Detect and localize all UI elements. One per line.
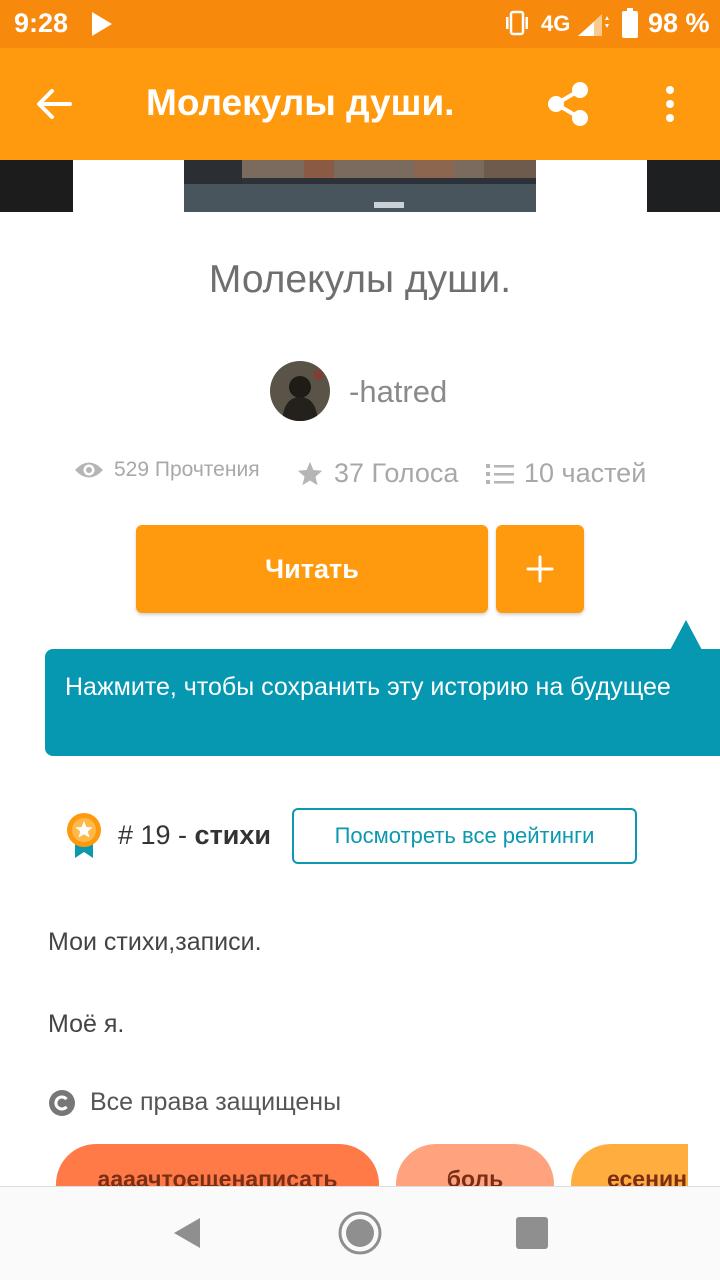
story-title: Молекулы души. [208, 258, 512, 301]
view-all-rankings-button[interactable]: Посмотреть все рейтинги [292, 808, 637, 864]
status-bar: 9:28 4G 98 % [0, 0, 720, 48]
plus-icon [526, 555, 554, 583]
cover-image[interactable] [184, 160, 536, 212]
signal-icon [578, 14, 609, 36]
reads-label: 529 Прочтения [114, 458, 260, 481]
app-bar: Молекулы души. [0, 48, 720, 160]
copyright-icon [49, 1089, 75, 1116]
ranking-text: # 19 - стихи [118, 820, 271, 851]
eye-icon [75, 462, 103, 478]
more-vert-icon[interactable] [658, 84, 682, 124]
list-icon [486, 463, 514, 484]
nav-home-icon[interactable] [337, 1210, 383, 1256]
vibrate-icon [506, 10, 528, 36]
status-time: 9:28 [14, 8, 69, 38]
tag-list: аааачтоещенаписать боль есенин [0, 1144, 688, 1186]
read-button[interactable]: Читать [136, 525, 488, 613]
back-arrow-icon[interactable] [34, 84, 74, 124]
parts-count: 10 частей [486, 458, 646, 489]
copyright-label: Все права защищены [90, 1088, 342, 1116]
votes-label: 37 Голоса [334, 458, 459, 488]
tag-chip[interactable]: боль [396, 1144, 554, 1186]
tag-chip[interactable]: есенин [571, 1144, 688, 1186]
rank-number: # 19 - [118, 820, 195, 850]
add-to-library-button[interactable] [496, 525, 584, 613]
nav-back-icon[interactable] [172, 1216, 202, 1250]
star-icon [297, 461, 323, 485]
votes-count: 37 Голоса [296, 458, 458, 489]
rank-category: стихи [194, 820, 271, 850]
parts-label: 10 частей [524, 458, 647, 488]
author-avatar[interactable] [270, 361, 330, 421]
nav-recents-icon[interactable] [516, 1217, 548, 1249]
reads-count: 529 Прочтения [74, 458, 260, 482]
description-line-1: Мои стихи,записи. [48, 928, 262, 956]
play-icon [92, 12, 112, 36]
network-type: 4G [541, 11, 571, 36]
copyright-notice: Все права защищены [48, 1088, 341, 1117]
app-bar-title: Молекулы души. [146, 82, 455, 123]
medal-icon [67, 813, 101, 858]
author-name[interactable]: -hatred [349, 374, 447, 410]
share-icon[interactable] [542, 78, 594, 130]
battery-percent: 98 % [648, 8, 710, 38]
tooltip-arrow [670, 620, 702, 650]
tag-chip[interactable]: аааачтоещенаписать [56, 1144, 379, 1186]
system-navigation-bar [0, 1186, 720, 1280]
cover-thumbnail-left[interactable] [0, 160, 73, 212]
cover-thumbnail-right[interactable] [647, 160, 720, 212]
battery-icon [622, 8, 638, 38]
save-hint-tooltip[interactable]: Нажмите, чтобы сохранить эту историю на … [45, 649, 720, 756]
description-line-2: Моё я. [48, 1010, 125, 1038]
